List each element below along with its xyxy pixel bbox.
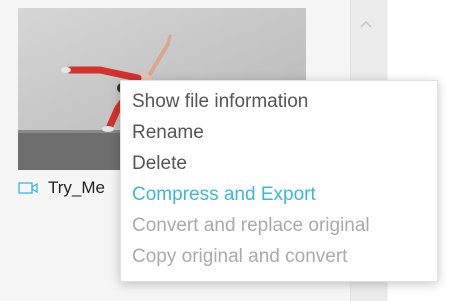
context-menu: Show file information Rename Delete Comp…	[120, 80, 438, 282]
chevron-up-icon[interactable]	[359, 16, 373, 28]
menu-item-show-file-information[interactable]: Show file information	[121, 86, 437, 117]
menu-item-copy-original-and-convert: Copy original and convert	[132, 246, 348, 267]
file-name: Try_Me	[48, 178, 105, 197]
menu-item-delete[interactable]: Delete	[121, 148, 437, 179]
file-label[interactable]: Try_Me	[18, 178, 105, 198]
menu-item-rename[interactable]: Rename	[121, 117, 437, 148]
menu-item-compress-and-export[interactable]: Compress and Export	[121, 179, 437, 210]
menu-item-convert-and-replace-original: Convert and replace original	[132, 215, 370, 236]
video-icon	[18, 181, 40, 195]
